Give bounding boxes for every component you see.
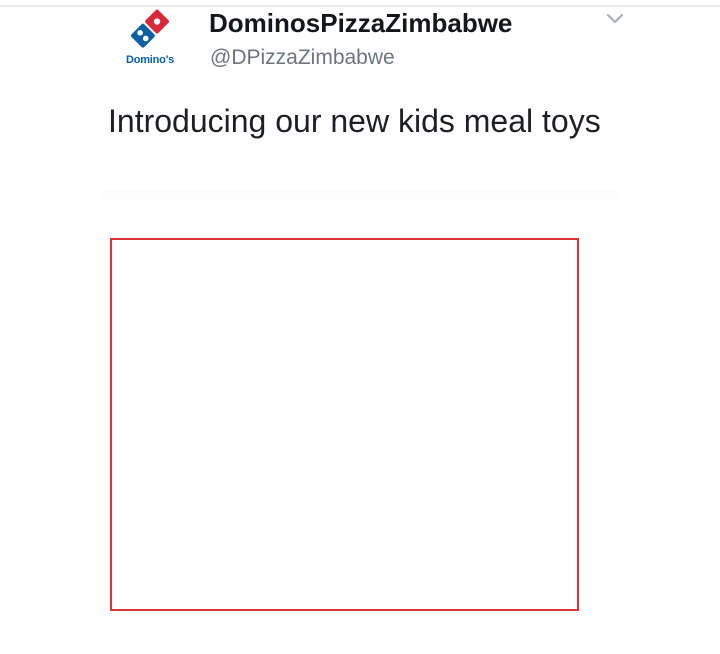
avatar[interactable]: Domino's	[112, 8, 188, 74]
chevron-down-icon[interactable]	[604, 10, 626, 28]
avatar-logo-text: Domino's	[125, 54, 175, 66]
user-handle[interactable]: @DPizzaZimbabwe	[210, 46, 395, 70]
tweet-card: Domino's DominosPizzaZimbabwe @DPizzaZim…	[0, 0, 720, 654]
display-name[interactable]: DominosPizzaZimbabwe	[209, 8, 512, 39]
text-shadow-band	[100, 190, 620, 204]
tweet-media-frame[interactable]	[110, 238, 579, 611]
tweet-text: Introducing our new kids meal toys	[108, 103, 601, 139]
dominos-logo-icon	[131, 9, 169, 48]
